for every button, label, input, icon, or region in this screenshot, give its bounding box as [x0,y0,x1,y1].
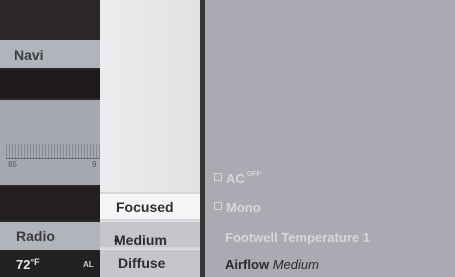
option-medium[interactable]: • Medium [100,222,200,248]
climate-settings-panel: AC OFF Mono Footwell Temperature 1 Airflo… [205,0,455,277]
scale-ticks [6,144,100,158]
radio-tab[interactable]: Radio [0,222,100,250]
option-focused[interactable]: Focused [100,194,200,219]
scale-right-label: 9 [92,160,97,169]
dark-band [0,70,100,98]
footwell-label: Footwell Temperature 1 [225,230,370,245]
option-diffuse[interactable]: Diffuse [100,250,200,277]
airflow-item[interactable]: Airflow Medium [225,257,319,272]
navi-tab-label: Navi [14,47,44,63]
option-label: Focused [116,199,174,215]
ac-toggle[interactable]: AC OFF [214,171,261,186]
airflow-value: Medium [272,257,319,272]
checkbox-icon [214,202,222,210]
temperature-unit: °F [30,257,40,267]
popup-empty-area [100,0,200,192]
footwell-temperature-item[interactable]: Footwell Temperature 1 [225,230,370,245]
mono-label: Mono [226,200,261,215]
mono-toggle[interactable]: Mono [214,200,261,215]
temperature-readout: 72°F [16,257,40,272]
navi-tab[interactable]: Navi [0,40,100,68]
divider [100,219,200,221]
option-label: Diffuse [118,255,166,271]
dark-band [0,187,100,220]
scale-line [6,158,100,159]
ac-state: OFF [246,171,261,178]
ac-label: AC [226,171,245,186]
checkbox-icon [214,173,222,181]
radio-tab-label: Radio [16,228,55,244]
airflow-options-popup: Focused • Medium Diffuse [100,0,200,277]
divider [100,247,200,249]
left-panel: Navi 85 9 Radio 72°F AL [0,0,100,277]
option-label: Medium [114,232,167,248]
climate-status-bar: 72°F AL [0,251,100,277]
scale-left-label: 85 [8,160,17,169]
temperature-value: 72 [16,257,31,272]
airflow-label: Airflow [225,257,270,272]
frequency-scale: 85 9 [0,100,100,185]
climate-mode-label: AL [83,260,94,269]
